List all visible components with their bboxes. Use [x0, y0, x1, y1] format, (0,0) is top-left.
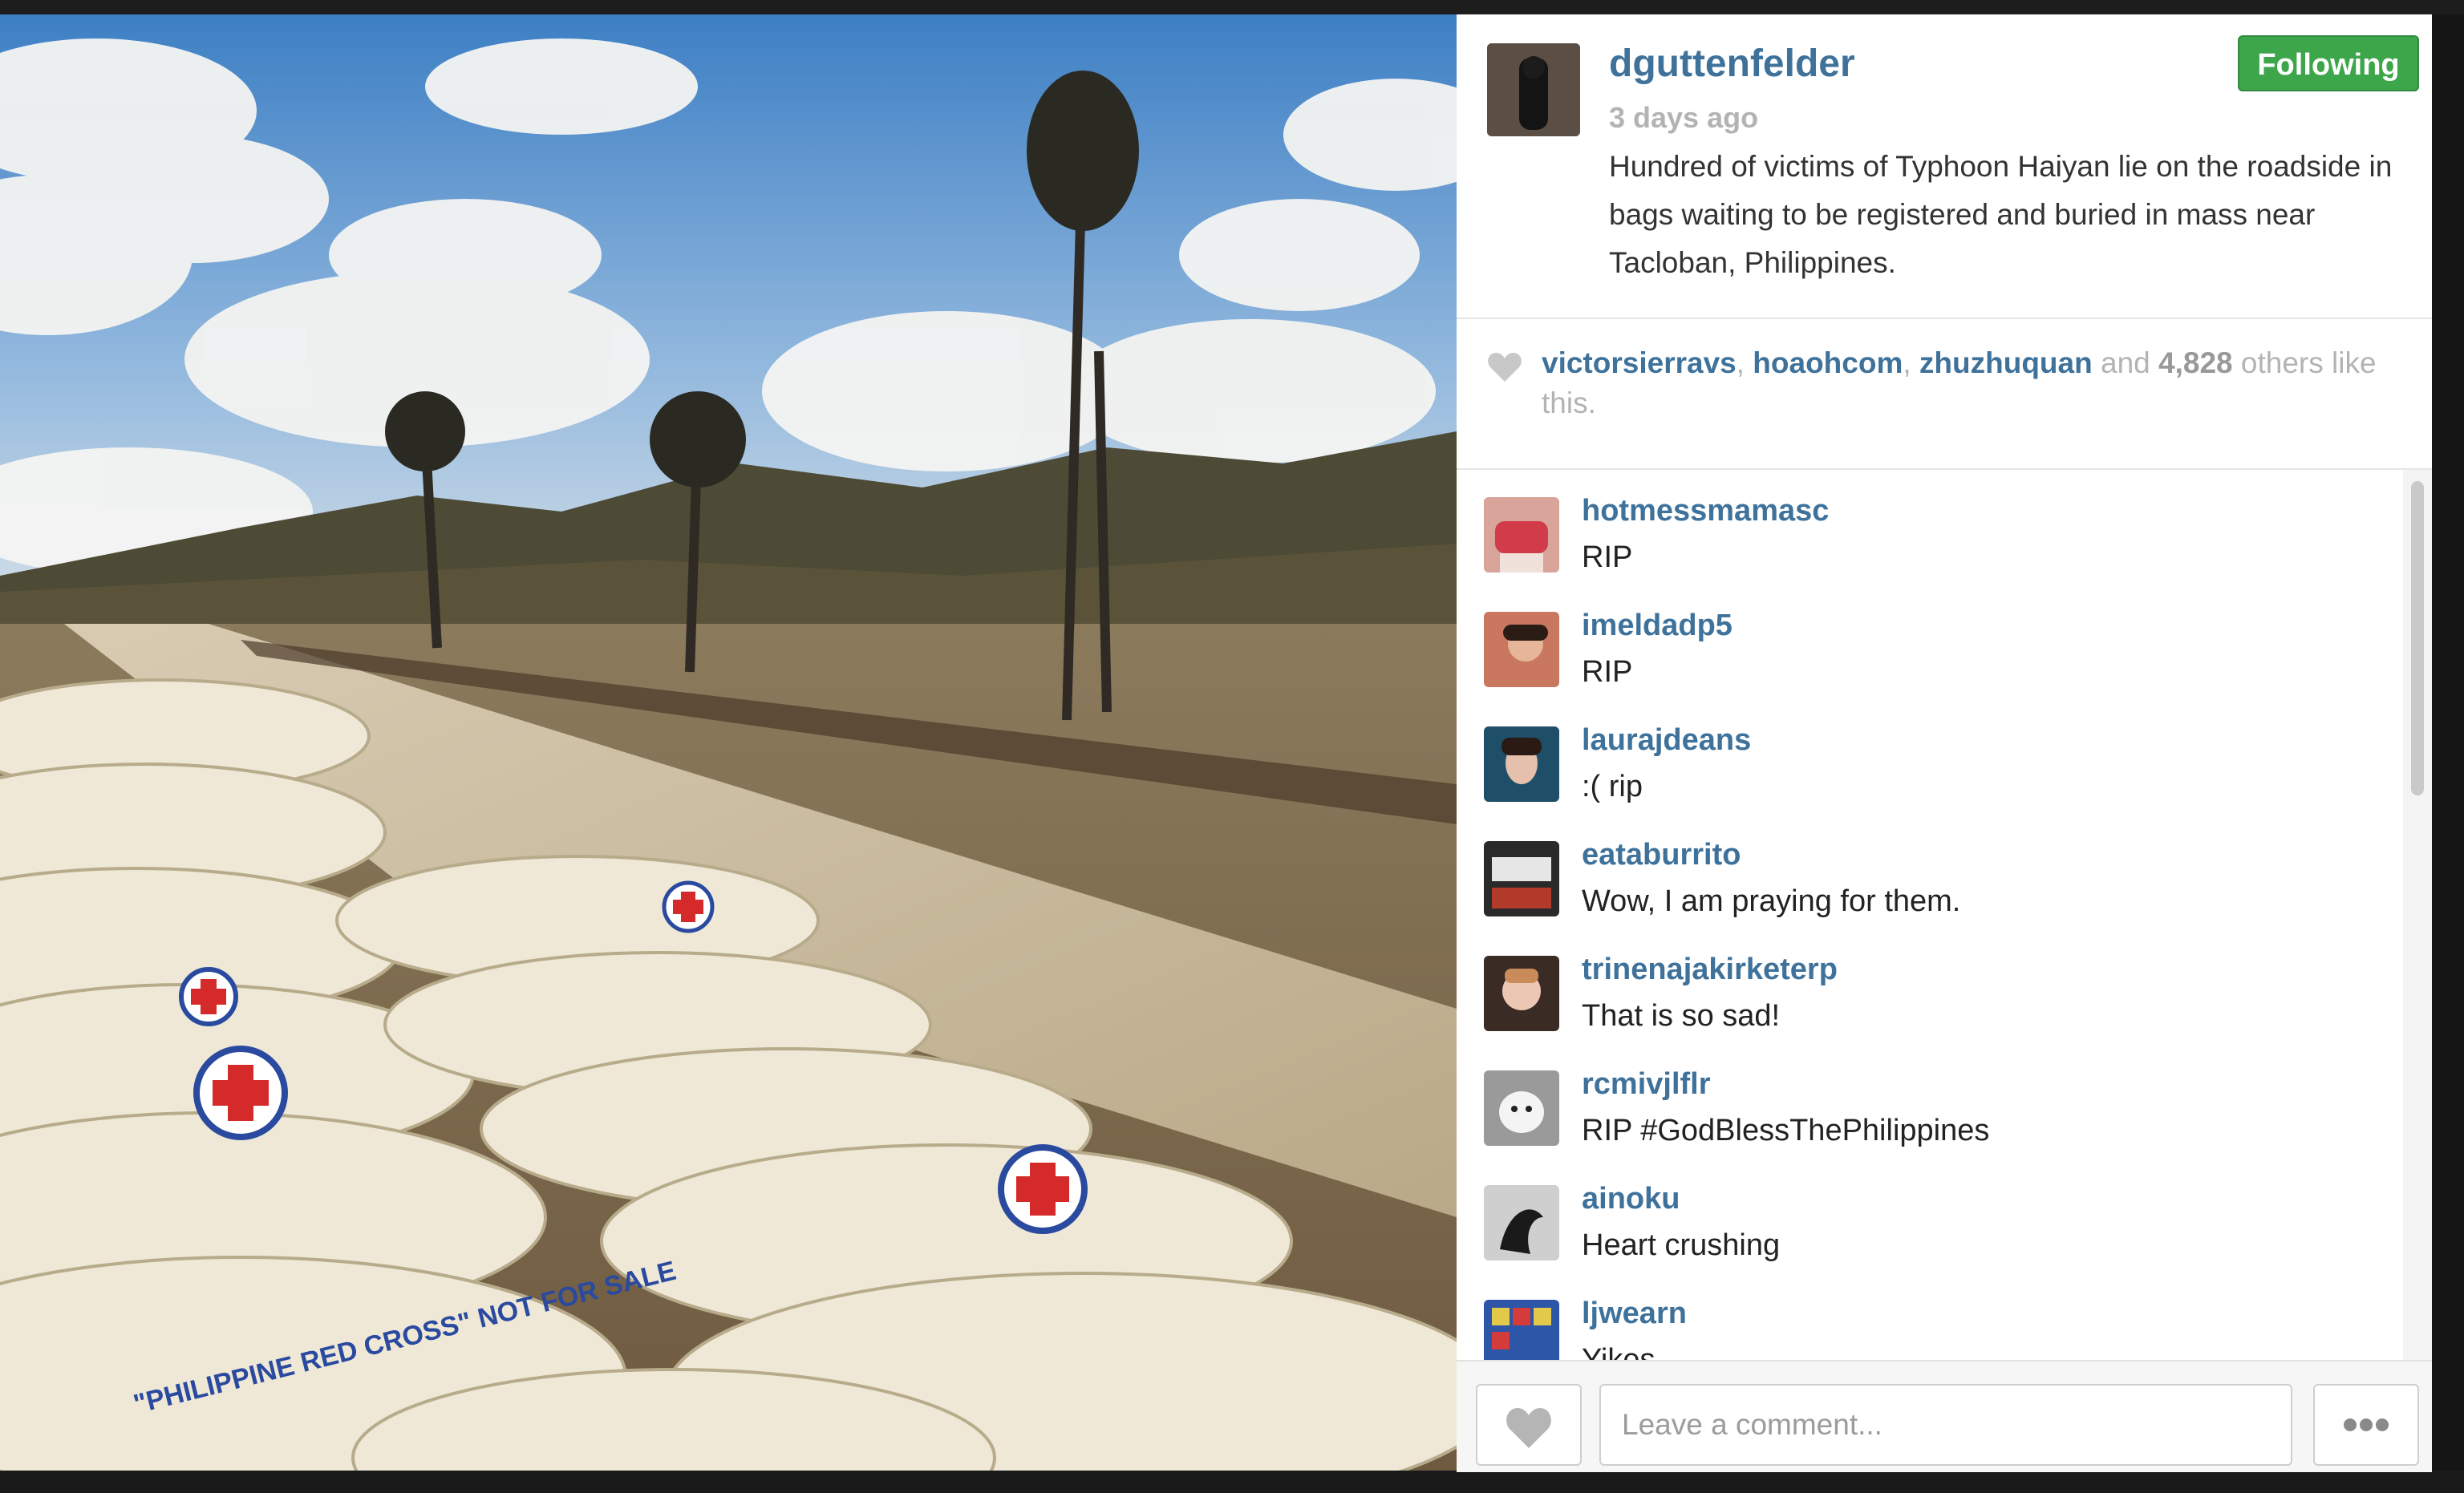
post-header: dguttenfelder 3 days ago Following Hundr…: [1457, 14, 2432, 319]
like-button[interactable]: [1476, 1384, 1582, 1466]
comment-item: eataburrito Wow, I am praying for them.: [1457, 814, 2403, 929]
commenter-avatar[interactable]: [1484, 956, 1559, 1031]
comment-text: That is so sad!: [1582, 999, 1781, 1033]
post-timestamp[interactable]: 3 days ago: [1609, 101, 1758, 135]
top-bar: [0, 0, 2464, 14]
commenter-avatar[interactable]: [1484, 1185, 1559, 1260]
comment-bar: Leave a comment...: [1457, 1360, 2432, 1472]
owner-username[interactable]: dguttenfelder: [1609, 42, 1855, 86]
comment-text: Yikes: [1582, 1343, 1656, 1360]
commenter-avatar[interactable]: [1484, 1300, 1559, 1360]
commenter-username[interactable]: rcmivjlflr: [1582, 1067, 1711, 1102]
comment-text: RIP: [1582, 540, 1633, 574]
commenter-username[interactable]: eataburrito: [1582, 838, 1741, 872]
comment-text: Heart crushing: [1582, 1228, 1781, 1262]
commenter-avatar[interactable]: [1484, 841, 1559, 916]
commenter-avatar[interactable]: [1484, 612, 1559, 687]
comment-item: rcmivjlflr RIP #GodBlessThePhilippines: [1457, 1043, 2403, 1158]
scrollbar-thumb[interactable]: [2411, 481, 2424, 795]
likes-summary: victorsierravs, hoaohcom, zhuzhuquan and…: [1542, 346, 2377, 419]
commenter-username[interactable]: laurajdeans: [1582, 723, 1751, 758]
commenter-avatar[interactable]: [1484, 1070, 1559, 1146]
comments-list[interactable]: hotmessmamasc RIP imeldadp5 RIP laurajde…: [1457, 470, 2403, 1360]
heart-icon: [1506, 1408, 1551, 1448]
post-panel: dguttenfelder 3 days ago Following Hundr…: [1457, 14, 2432, 1472]
comment-text: Wow, I am praying for them.: [1582, 884, 1961, 918]
liker-link[interactable]: hoaohcom: [1753, 346, 1903, 379]
commenter-avatar[interactable]: [1484, 497, 1559, 573]
likes-count: 4,828: [2158, 346, 2233, 379]
ellipsis-icon: [2344, 1418, 2389, 1431]
commenter-avatar[interactable]: [1484, 726, 1559, 802]
commenter-username[interactable]: ljwearn: [1582, 1297, 1687, 1331]
comments-scrollbar[interactable]: [2403, 470, 2432, 1360]
bottom-bar: [0, 1471, 2464, 1493]
post-photo[interactable]: "PHILIPPINE RED CROSS" NOT FOR SALE: [0, 14, 1457, 1471]
comment-text: RIP: [1582, 655, 1633, 689]
liker-link[interactable]: victorsierravs: [1542, 346, 1737, 379]
commenter-username[interactable]: imeldadp5: [1582, 609, 1732, 643]
backdrop-strip: [2432, 14, 2464, 1471]
heart-icon: [1488, 353, 1522, 382]
comment-text: RIP #GodBlessThePhilippines: [1582, 1114, 1990, 1147]
following-button[interactable]: Following: [2238, 35, 2419, 91]
owner-avatar[interactable]: [1487, 43, 1580, 136]
likes-and: and: [2101, 346, 2150, 379]
comment-item: hotmessmamasc RIP: [1457, 470, 2403, 585]
comment-input[interactable]: Leave a comment...: [1599, 1384, 2292, 1466]
commenter-username[interactable]: trinenajakirketerp: [1582, 953, 1838, 987]
likes-section: victorsierravs, hoaohcom, zhuzhuquan and…: [1457, 319, 2432, 470]
comment-item: laurajdeans :( rip: [1457, 699, 2403, 814]
comment-item: ainoku Heart crushing: [1457, 1158, 2403, 1272]
comment-text: :( rip: [1582, 770, 1643, 803]
commenter-username[interactable]: hotmessmamasc: [1582, 494, 1829, 528]
comment-item: trinenajakirketerp That is so sad!: [1457, 929, 2403, 1043]
liker-link[interactable]: zhuzhuquan: [1919, 346, 2093, 379]
comment-item: imeldadp5 RIP: [1457, 585, 2403, 699]
more-options-button[interactable]: [2313, 1384, 2419, 1466]
post-caption: Hundred of victims of Typhoon Haiyan lie…: [1609, 150, 2393, 279]
commenter-username[interactable]: ainoku: [1582, 1182, 1680, 1216]
comment-item: ljwearn Yikes: [1457, 1272, 2403, 1360]
